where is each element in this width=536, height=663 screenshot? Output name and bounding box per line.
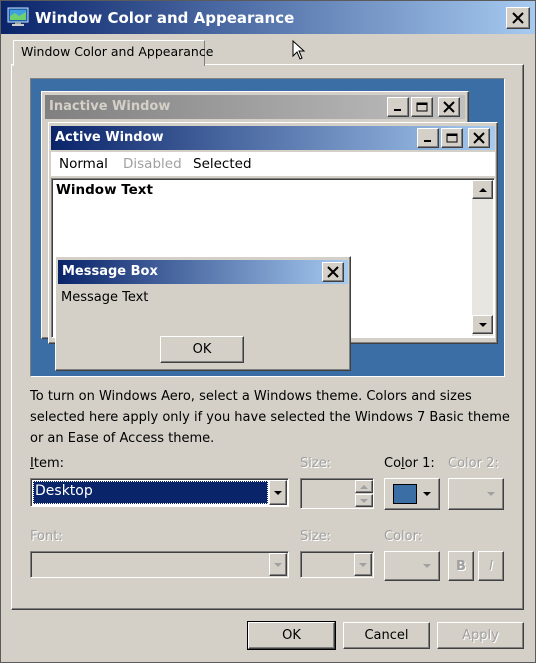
scroll-up-button[interactable] [472, 180, 493, 199]
chevron-down-icon [423, 564, 431, 568]
color2-label: Color 2: [448, 456, 499, 471]
minimize-button[interactable] [417, 128, 439, 148]
color1-label: Color 1: [384, 456, 435, 471]
chevron-down-icon [423, 492, 431, 496]
font-color-label: Color: [384, 529, 423, 544]
inactive-window-title: Inactive Window [49, 99, 171, 114]
maximize-button[interactable] [411, 97, 433, 117]
ok-button[interactable]: OK [247, 621, 336, 650]
mouse-cursor-icon [292, 39, 306, 64]
message-text: Message Text [61, 290, 149, 305]
item-selected-value: Desktop [33, 481, 268, 504]
maximize-icon [446, 133, 458, 143]
bold-button: B [448, 551, 474, 581]
minimize-icon [394, 109, 401, 111]
apply-button: Apply [437, 622, 524, 649]
menu-item-selected[interactable]: Selected [193, 156, 252, 172]
chevron-down-icon [359, 562, 367, 567]
display-settings-icon [7, 7, 29, 27]
close-icon [443, 101, 455, 113]
message-box-title: Message Box [62, 264, 158, 279]
close-icon [327, 266, 339, 278]
message-box-close-button[interactable] [322, 262, 344, 282]
font-dropdown [30, 551, 289, 578]
color1-picker-button[interactable] [384, 478, 440, 510]
close-button-active[interactable] [468, 128, 490, 148]
scroll-down-button[interactable] [472, 315, 493, 334]
menu-item-disabled: Disabled [123, 156, 182, 172]
chevron-down-icon [487, 492, 495, 496]
close-icon [512, 12, 524, 24]
arrow-up-icon [478, 187, 487, 192]
message-box-ok-button[interactable]: OK [160, 336, 244, 363]
message-box-titlebar[interactable]: Message Box [58, 260, 348, 284]
close-button-inactive[interactable] [438, 97, 460, 117]
font-dropdown-arrow [269, 553, 287, 576]
minimize-icon [424, 140, 431, 142]
maximize-icon [416, 102, 428, 112]
close-button[interactable] [506, 7, 530, 29]
size-spin-up [355, 480, 373, 493]
font-size-label: Size: [300, 529, 332, 544]
arrow-up-icon [360, 484, 368, 489]
arrow-down-icon [478, 322, 487, 327]
item-dropdown-arrow[interactable] [269, 480, 287, 505]
menu-bar [51, 152, 495, 176]
window-text: Window Text [56, 182, 153, 198]
font-label: Font: [30, 529, 63, 544]
tab-window-color-appearance[interactable]: Window Color and Appearance [13, 40, 213, 66]
arrow-down-icon [360, 498, 368, 503]
minimize-button[interactable] [387, 97, 409, 117]
close-icon [473, 132, 485, 144]
title-bar[interactable]: Window Color and Appearance [1, 1, 535, 34]
aero-description: To turn on Windows Aero, select a Window… [30, 389, 510, 446]
active-window-title: Active Window [55, 130, 164, 145]
chevron-down-icon [274, 490, 282, 495]
font-size-dropdown-arrow [354, 553, 372, 576]
cancel-button[interactable]: Cancel [343, 622, 430, 649]
font-color-picker-button [384, 551, 440, 581]
size-spin-down [355, 494, 373, 507]
item-label: Item: [30, 456, 64, 471]
italic-button: I [478, 551, 504, 581]
window-title: Window Color and Appearance [35, 9, 295, 27]
color2-picker-button [448, 478, 504, 510]
menu-item-normal[interactable]: Normal [59, 156, 108, 172]
item-size-label: Size: [300, 456, 332, 471]
vertical-scrollbar[interactable] [472, 180, 493, 336]
maximize-button[interactable] [441, 128, 463, 148]
chevron-down-icon [274, 562, 282, 567]
color1-swatch [393, 484, 417, 504]
